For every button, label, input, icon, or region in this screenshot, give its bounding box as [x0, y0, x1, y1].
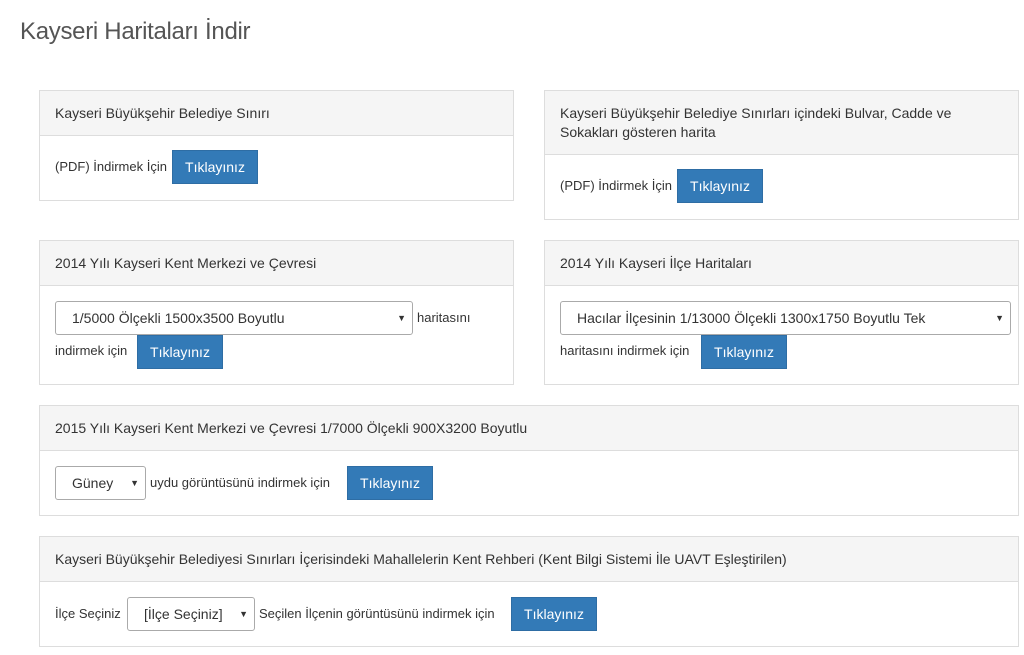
select-value: 1/5000 Ölçekli 1500x3500 Boyutlu [72, 310, 285, 326]
download-2014-map-button[interactable]: Tıklayınız [137, 335, 223, 369]
download-district-map-button[interactable]: Tıklayınız [701, 335, 787, 369]
chevron-down-icon: ▼ [239, 609, 248, 619]
select-value: Güney [72, 475, 114, 491]
panel-municipal-boundary: Kayseri Büyükşehir Belediye Sınırı (PDF)… [39, 90, 514, 201]
chevron-down-icon: ▼ [995, 313, 1004, 323]
district-label: İlçe Seçiniz [55, 606, 121, 621]
district-select[interactable]: [İlçe Seçiniz] ▼ [127, 597, 255, 631]
panel-heading: Kayseri Büyükşehir Belediyesi Sınırları … [40, 537, 1018, 582]
panel-body: İlçe Seçiniz [İlçe Seçiniz] ▼ Seçilen İl… [40, 582, 1018, 646]
panel-streets-map: Kayseri Büyükşehir Belediye Sınırları iç… [544, 90, 1019, 220]
chevron-down-icon: ▼ [397, 313, 406, 323]
download-streets-map-button[interactable]: Tıklayınız [677, 169, 763, 203]
panel-city-guide: Kayseri Büyükşehir Belediyesi Sınırları … [39, 536, 1019, 647]
select-value: Hacılar İlçesinin 1/13000 Ölçekli 1300x1… [577, 310, 926, 326]
page-title: Kayseri Haritaları İndir [20, 18, 251, 45]
select-value: [İlçe Seçiniz] [144, 606, 223, 622]
download-satellite-button[interactable]: Tıklayınız [347, 466, 433, 500]
panel-heading-text-line2: Sokakları gösteren harita [560, 123, 716, 140]
panel-body: Hacılar İlçesinin 1/13000 Ölçekli 1300x1… [545, 286, 1018, 384]
panel-heading: Kayseri Büyükşehir Belediye Sınırı [40, 91, 513, 136]
panel-heading: Kayseri Büyükşehir Belediye Sınırları iç… [545, 91, 1018, 155]
panel-heading-text: 2014 Yılı Kayseri Kent Merkezi ve Çevres… [55, 254, 317, 271]
panel-body: Güney ▼ uydu görüntüsünü indirmek için T… [40, 451, 1018, 515]
download-label: Seçilen İlçenin görüntüsünü indirmek içi… [259, 606, 495, 621]
download-boundary-button[interactable]: Tıklayınız [172, 150, 258, 184]
panel-heading-text: 2014 Yılı Kayseri İlçe Haritaları [560, 254, 752, 271]
panel-2015-satellite: 2015 Yılı Kayseri Kent Merkezi ve Çevres… [39, 405, 1019, 516]
direction-select[interactable]: Güney ▼ [55, 466, 146, 500]
download-label: (PDF) İndirmek İçin [560, 178, 672, 193]
panel-heading-text-line1: Kayseri Büyükşehir Belediye Sınırları iç… [560, 104, 952, 121]
panel-2014-district-maps: 2014 Yılı Kayseri İlçe Haritaları Hacıla… [544, 240, 1019, 385]
panel-heading-text: 2015 Yılı Kayseri Kent Merkezi ve Çevres… [55, 419, 528, 436]
panel-heading: 2014 Yılı Kayseri İlçe Haritaları [545, 241, 1018, 286]
panel-heading: 2015 Yılı Kayseri Kent Merkezi ve Çevres… [40, 406, 1018, 451]
download-city-guide-button[interactable]: Tıklayınız [511, 597, 597, 631]
panel-heading-text: Kayseri Büyükşehir Belediyesi Sınırları … [55, 550, 787, 567]
panel-2014-city-center: 2014 Yılı Kayseri Kent Merkezi ve Çevres… [39, 240, 514, 385]
download-label: (PDF) İndirmek İçin [55, 159, 167, 174]
download-label: uydu görüntüsünü indirmek için [150, 475, 330, 490]
map-label: haritasını [417, 310, 471, 325]
panel-body: 1/5000 Ölçekli 1500x3500 Boyutlu ▼ harit… [40, 286, 513, 384]
panel-body: (PDF) İndirmek İçin Tıklayınız [545, 155, 1018, 219]
panel-heading-text: Kayseri Büyükşehir Belediye Sınırı [55, 104, 270, 121]
panel-heading: 2014 Yılı Kayseri Kent Merkezi ve Çevres… [40, 241, 513, 286]
download-label: indirmek için [55, 343, 128, 358]
district-map-select[interactable]: Hacılar İlçesinin 1/13000 Ölçekli 1300x1… [560, 301, 1011, 335]
download-label: haritasını indirmek için [560, 343, 690, 358]
panel-body: (PDF) İndirmek İçin Tıklayınız [40, 136, 513, 200]
scale-size-select[interactable]: 1/5000 Ölçekli 1500x3500 Boyutlu ▼ [55, 301, 413, 335]
chevron-down-icon: ▼ [130, 478, 139, 488]
